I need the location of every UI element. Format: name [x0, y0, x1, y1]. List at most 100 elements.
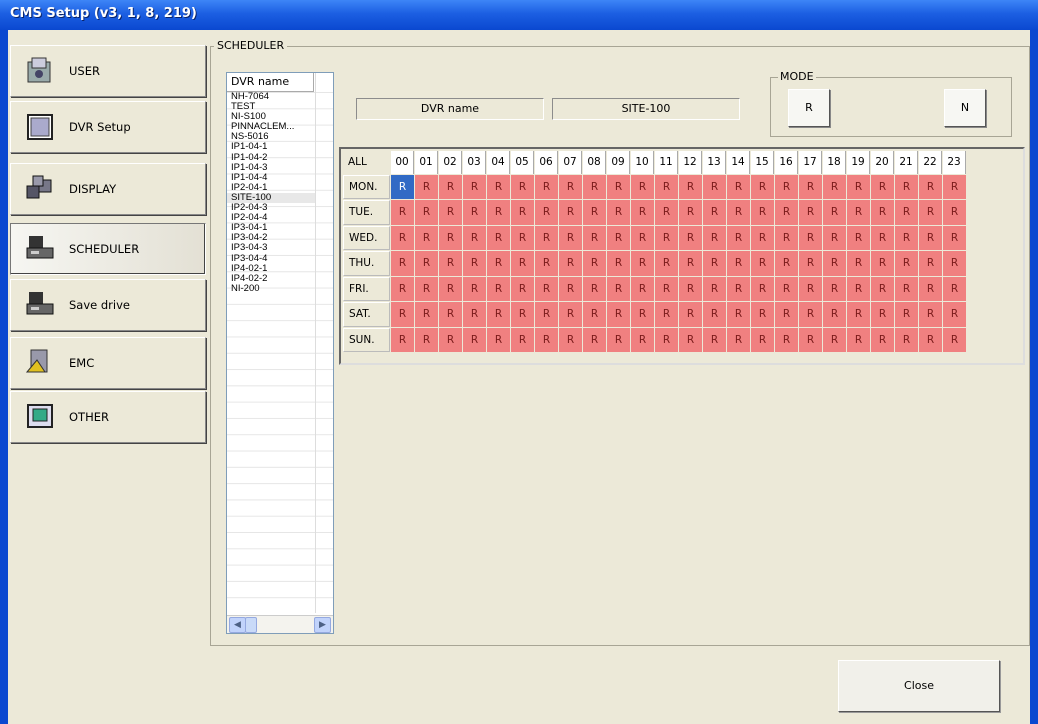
- list-item[interactable]: TEST: [227, 102, 315, 112]
- schedule-cell[interactable]: R: [439, 251, 462, 276]
- schedule-cell[interactable]: R: [799, 200, 822, 225]
- schedule-cell[interactable]: R: [511, 302, 534, 327]
- schedule-cell[interactable]: R: [943, 174, 966, 199]
- schedule-cell[interactable]: R: [655, 200, 678, 225]
- schedule-cell[interactable]: R: [535, 225, 558, 250]
- schedule-cell[interactable]: R: [679, 327, 702, 352]
- schedule-cell[interactable]: R: [871, 302, 894, 327]
- list-item[interactable]: IP3-04-1: [227, 223, 315, 233]
- schedule-cell[interactable]: R: [703, 225, 726, 250]
- schedule-cell[interactable]: R: [631, 200, 654, 225]
- scroll-thumb[interactable]: [245, 617, 257, 633]
- schedule-cell[interactable]: R: [847, 174, 870, 199]
- schedule-cell[interactable]: R: [871, 327, 894, 352]
- list-item[interactable]: NI-S100: [227, 112, 315, 122]
- schedule-cell[interactable]: R: [463, 327, 486, 352]
- schedule-cell[interactable]: R: [607, 200, 630, 225]
- dvr-list[interactable]: DVR name NH-7064 TEST NI-S100 PINNACLEM... N…: [226, 72, 334, 634]
- list-item[interactable]: NS-5016: [227, 132, 315, 142]
- day-header[interactable]: SAT.: [343, 302, 390, 327]
- list-item[interactable]: NH-7064: [227, 92, 315, 102]
- day-header[interactable]: TUE.: [343, 200, 390, 225]
- schedule-cell[interactable]: R: [847, 251, 870, 276]
- nav-save-drive-button[interactable]: Save drive: [10, 279, 206, 331]
- schedule-cell[interactable]: R: [751, 302, 774, 327]
- schedule-cell[interactable]: R: [655, 276, 678, 301]
- horizontal-scrollbar[interactable]: ◀ ▶: [227, 615, 333, 633]
- list-item[interactable]: IP3-04-4: [227, 254, 315, 264]
- schedule-cell[interactable]: R: [847, 327, 870, 352]
- schedule-cell[interactable]: R: [847, 276, 870, 301]
- list-item[interactable]: SITE-100: [227, 192, 315, 204]
- schedule-cell[interactable]: R: [679, 200, 702, 225]
- hour-header[interactable]: 15: [751, 151, 774, 174]
- schedule-cell[interactable]: R: [895, 327, 918, 352]
- schedule-cell[interactable]: R: [415, 200, 438, 225]
- schedule-cell[interactable]: R: [775, 200, 798, 225]
- mode-r-button[interactable]: R: [788, 89, 830, 127]
- schedule-cell[interactable]: R: [943, 251, 966, 276]
- schedule-cell[interactable]: R: [583, 327, 606, 352]
- schedule-cell[interactable]: R: [727, 327, 750, 352]
- list-item[interactable]: IP1-04-1: [227, 142, 315, 152]
- schedule-cell[interactable]: R: [919, 302, 942, 327]
- schedule-cell[interactable]: R: [799, 302, 822, 327]
- schedule-cell[interactable]: R: [703, 174, 726, 199]
- schedule-cell[interactable]: R: [751, 174, 774, 199]
- schedule-cell[interactable]: R: [439, 225, 462, 250]
- schedule-cell[interactable]: R: [871, 174, 894, 199]
- schedule-cell[interactable]: R: [847, 302, 870, 327]
- schedule-cell[interactable]: R: [775, 225, 798, 250]
- schedule-cell[interactable]: R: [919, 251, 942, 276]
- nav-user-button[interactable]: USER: [10, 45, 206, 97]
- schedule-cell[interactable]: R: [823, 327, 846, 352]
- schedule-cell[interactable]: R: [943, 302, 966, 327]
- schedule-cell[interactable]: R: [511, 174, 534, 199]
- schedule-cell[interactable]: R: [943, 276, 966, 301]
- hour-header[interactable]: 13: [703, 151, 726, 174]
- hour-header[interactable]: 03: [463, 151, 486, 174]
- schedule-cell[interactable]: R: [655, 225, 678, 250]
- schedule-cell[interactable]: R: [439, 174, 462, 199]
- schedule-cell[interactable]: R: [583, 200, 606, 225]
- schedule-cell[interactable]: R: [631, 174, 654, 199]
- hour-header[interactable]: 07: [559, 151, 582, 174]
- hour-header[interactable]: 18: [823, 151, 846, 174]
- schedule-cell[interactable]: R: [895, 174, 918, 199]
- schedule-cell[interactable]: R: [823, 276, 846, 301]
- list-item[interactable]: IP3-04-3: [227, 243, 315, 253]
- select-all-cell[interactable]: ALL: [343, 151, 390, 174]
- day-header[interactable]: THU.: [343, 251, 390, 276]
- schedule-cell[interactable]: R: [871, 276, 894, 301]
- list-item[interactable]: NI-200: [227, 284, 315, 294]
- schedule-cell[interactable]: R: [631, 251, 654, 276]
- schedule-cell[interactable]: R: [559, 251, 582, 276]
- schedule-cell[interactable]: R: [895, 276, 918, 301]
- scroll-right-icon[interactable]: ▶: [314, 617, 331, 633]
- list-header-dvr-name[interactable]: DVR name: [227, 73, 314, 92]
- schedule-cell[interactable]: R: [775, 302, 798, 327]
- schedule-cell[interactable]: R: [919, 327, 942, 352]
- schedule-cell[interactable]: R: [535, 251, 558, 276]
- schedule-cell[interactable]: R: [607, 302, 630, 327]
- schedule-cell[interactable]: R: [799, 327, 822, 352]
- schedule-cell[interactable]: R: [631, 276, 654, 301]
- hour-header[interactable]: 04: [487, 151, 510, 174]
- day-header[interactable]: MON.: [343, 174, 390, 199]
- hour-header[interactable]: 19: [847, 151, 870, 174]
- schedule-cell[interactable]: R: [415, 276, 438, 301]
- hour-header[interactable]: 14: [727, 151, 750, 174]
- schedule-cell[interactable]: R: [727, 200, 750, 225]
- schedule-cell[interactable]: R: [727, 251, 750, 276]
- schedule-cell[interactable]: R: [607, 225, 630, 250]
- schedule-cell[interactable]: R: [751, 225, 774, 250]
- list-item[interactable]: IP1-04-4: [227, 173, 315, 183]
- schedule-cell[interactable]: R: [487, 276, 510, 301]
- schedule-cell[interactable]: R: [919, 174, 942, 199]
- schedule-cell[interactable]: R: [751, 200, 774, 225]
- schedule-cell[interactable]: R: [511, 327, 534, 352]
- schedule-cell[interactable]: R: [391, 327, 414, 352]
- schedule-cell[interactable]: R: [655, 302, 678, 327]
- schedule-cell[interactable]: R: [751, 276, 774, 301]
- schedule-cell[interactable]: R: [895, 302, 918, 327]
